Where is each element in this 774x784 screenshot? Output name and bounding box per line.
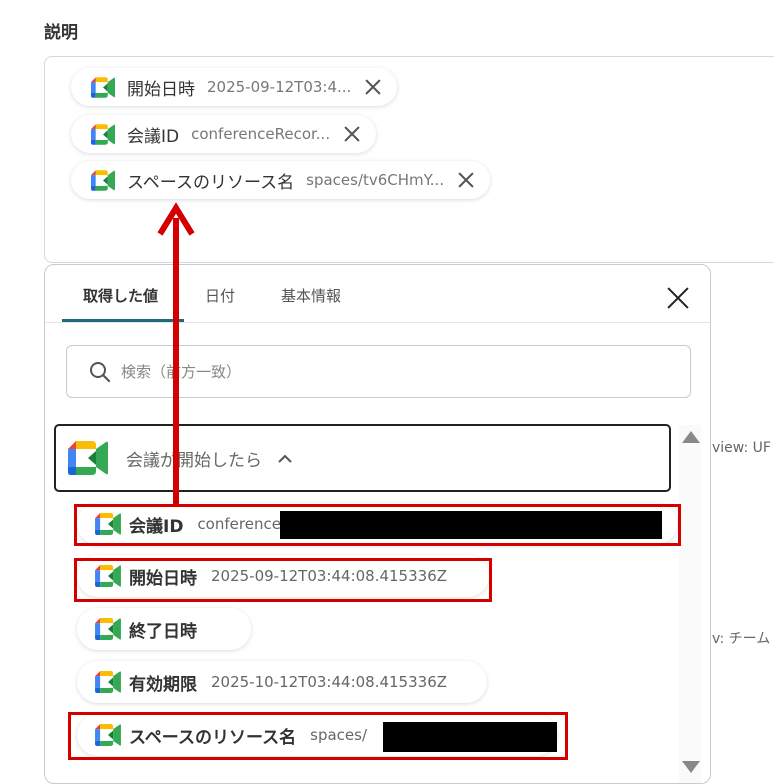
tab-basic-info[interactable]: 基本情報 xyxy=(281,285,341,306)
search-icon xyxy=(90,361,111,382)
search-box[interactable] xyxy=(66,345,691,398)
chevron-up-icon[interactable] xyxy=(278,454,292,463)
tab-date[interactable]: 日付 xyxy=(205,285,235,306)
search-input[interactable] xyxy=(119,361,619,382)
desc-chip-meeting-id[interactable]: 会議ID conferenceRecor... xyxy=(71,115,377,153)
google-meet-icon xyxy=(91,124,115,145)
scrollbar-track[interactable] xyxy=(679,425,701,783)
close-icon[interactable] xyxy=(363,77,383,97)
list-item-expiry[interactable]: 有効期限 2025-10-12T03:44:08.415336Z xyxy=(77,661,487,703)
tab-bar: 取得した値 日付 基本情報 xyxy=(45,265,710,323)
description-field[interactable]: 開始日時 2025-09-12T03:4... 会議ID conferenceR… xyxy=(44,56,774,263)
chip-label: 会議ID xyxy=(127,126,180,147)
chip-value: spaces/tv6CHmY... xyxy=(306,171,445,189)
highlight-box-start-time xyxy=(74,558,492,602)
chip-label: スペースのリソース名 xyxy=(127,172,295,193)
google-meet-icon xyxy=(68,441,108,475)
desc-chip-start-time[interactable]: 開始日時 2025-09-12T03:4... xyxy=(71,68,398,106)
chip-value: conferenceRecor... xyxy=(191,125,331,143)
group-label: 会議が開始したら xyxy=(126,450,262,471)
close-icon[interactable] xyxy=(666,286,690,310)
google-meet-icon xyxy=(95,618,121,640)
active-tab-indicator xyxy=(62,319,184,322)
scroll-down-arrow[interactable] xyxy=(682,761,700,773)
background-text: view: UF xyxy=(712,440,771,456)
close-icon[interactable] xyxy=(456,170,476,190)
chip-value: 2025-09-12T03:4... xyxy=(207,78,352,96)
list-item-end-time[interactable]: 終了日時 xyxy=(77,608,251,650)
google-meet-icon xyxy=(91,77,115,98)
tab-retrieved-values[interactable]: 取得した値 xyxy=(83,285,158,306)
section-label: 説明 xyxy=(44,23,78,43)
item-label: 終了日時 xyxy=(129,621,197,642)
scroll-up-arrow[interactable] xyxy=(682,431,700,443)
google-meet-icon xyxy=(95,671,121,693)
background-text: v: チーム xyxy=(712,631,771,647)
highlight-box-meeting-id xyxy=(74,504,681,546)
close-icon[interactable] xyxy=(342,124,362,144)
chip-label: 開始日時 xyxy=(127,79,195,100)
group-header-meeting-started[interactable]: 会議が開始したら xyxy=(54,424,671,492)
highlight-box-space-resource xyxy=(68,712,568,760)
google-meet-icon xyxy=(91,170,115,191)
desc-chip-space-resource[interactable]: スペースのリソース名 spaces/tv6CHmY... xyxy=(71,161,491,199)
item-label: 有効期限 xyxy=(129,674,197,695)
item-value: 2025-10-12T03:44:08.415336Z xyxy=(211,673,448,691)
